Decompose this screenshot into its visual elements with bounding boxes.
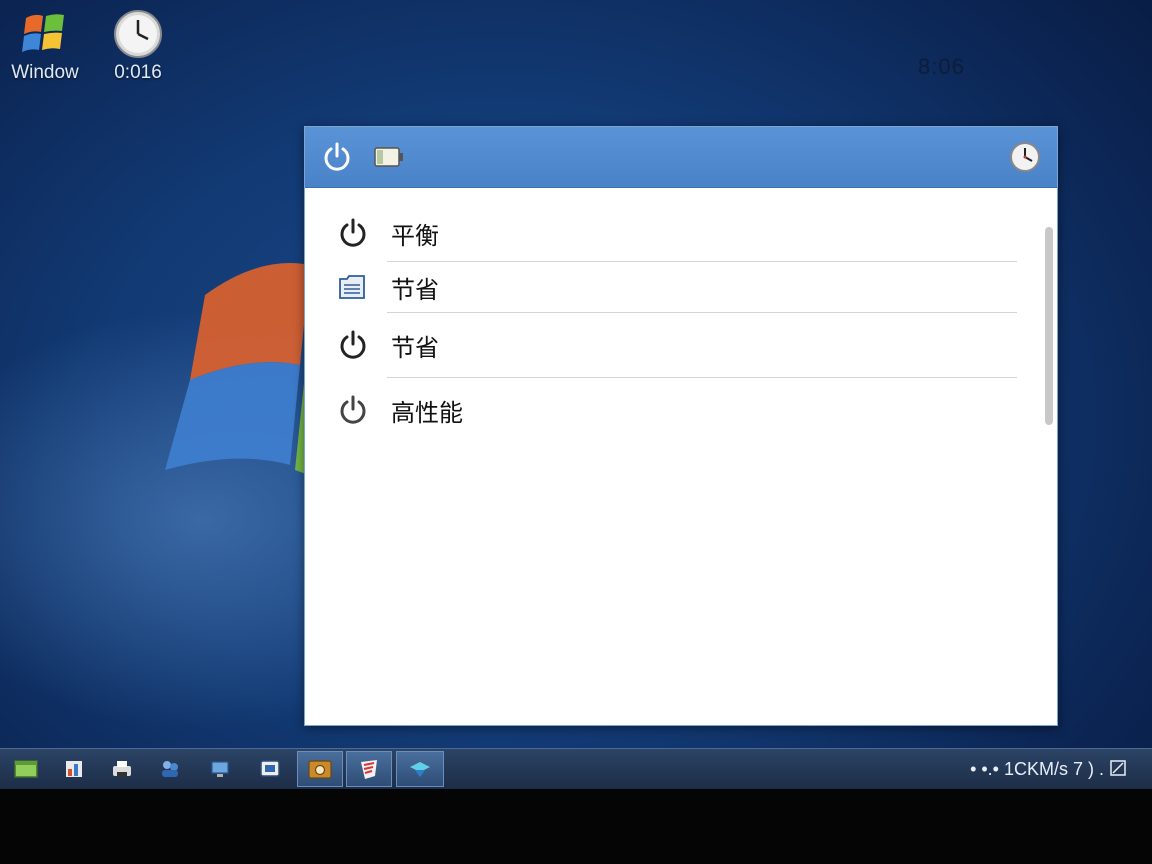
panel-header <box>305 127 1057 188</box>
clock-icon <box>1010 142 1040 172</box>
globe-icon <box>410 762 430 777</box>
printer-icon <box>113 761 131 777</box>
taskbar-camera-button[interactable] <box>297 751 343 787</box>
header-battery-button[interactable] <box>371 127 407 187</box>
clock-icon <box>93 8 183 60</box>
plan-item-label: 平衡 <box>391 221 439 250</box>
network-icon <box>211 761 229 777</box>
taskbar-shield-button[interactable] <box>346 751 392 787</box>
header-clock-button[interactable] <box>1007 127 1043 187</box>
power-icon <box>337 217 377 249</box>
desktop-icon-label: Window <box>11 62 79 83</box>
power-plan-list: 平衡 节省 节省 高性能 <box>305 189 1057 442</box>
battery-icon <box>374 147 403 167</box>
taskbar-globe-button[interactable] <box>396 751 444 787</box>
plan-item-label: 节省 <box>391 275 439 304</box>
desktop-icon <box>14 760 38 778</box>
taskbar-chart-button[interactable] <box>51 751 97 787</box>
taskbar-printer-button[interactable] <box>99 751 145 787</box>
desktop-icon-label: 0:016 <box>114 62 162 83</box>
power-icon <box>337 394 377 426</box>
document-icon <box>337 273 377 301</box>
power-icon <box>337 329 377 361</box>
taskbar-monitor-button[interactable] <box>247 751 293 787</box>
scrollbar[interactable] <box>1045 227 1053 425</box>
desktop-icon-clock[interactable]: 0:016 <box>93 8 183 84</box>
plan-item-label: 高性能 <box>391 398 463 427</box>
taskbar-users-button[interactable] <box>147 751 193 787</box>
users-icon <box>162 761 178 777</box>
shield-icon <box>361 760 377 779</box>
tray-volume-icon[interactable] <box>1108 758 1130 782</box>
chart-icon <box>66 761 82 777</box>
power-icon <box>324 142 350 171</box>
power-plan-panel: 平衡 节省 节省 高性能 <box>304 126 1058 726</box>
desktop-icon-window[interactable]: Window <box>0 8 90 84</box>
plan-item-saver-2[interactable]: 节省 <box>337 313 1017 377</box>
taskbar: • •.• 1CKM/s 7 ) . <box>0 748 1152 789</box>
windows-logo-icon <box>0 8 90 60</box>
system-tray-text: • •.• 1CKM/s 7 ) . <box>970 759 1104 779</box>
taskbar-desktop-button[interactable] <box>3 751 49 787</box>
top-clock-text: 8:06 <box>918 54 965 79</box>
plan-item-label: 节省 <box>391 333 439 362</box>
plan-item-balanced[interactable]: 平衡 <box>337 205 1017 261</box>
plan-item-high-performance[interactable]: 高性能 <box>337 378 1017 442</box>
plan-item-saver[interactable]: 节省 <box>337 262 1017 312</box>
camera-icon <box>308 760 332 779</box>
monitor-icon <box>260 760 280 777</box>
taskbar-network-button[interactable] <box>197 751 243 787</box>
screen-bottom-bezel <box>0 789 1152 864</box>
header-power-button[interactable] <box>319 127 355 187</box>
